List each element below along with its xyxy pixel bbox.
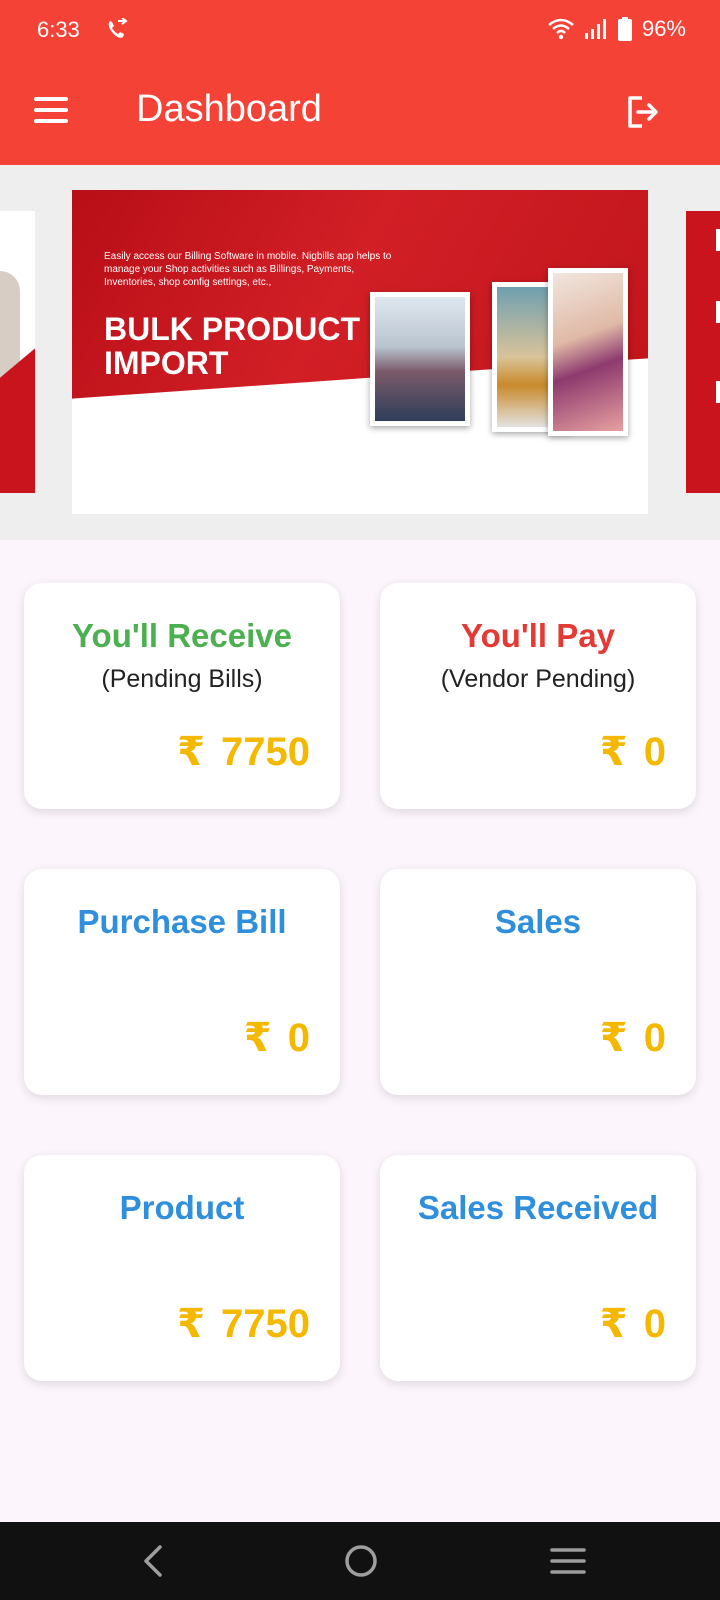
home-icon[interactable] (341, 1541, 381, 1581)
card-amount: ₹7750 (177, 1301, 310, 1347)
menu-icon[interactable] (34, 97, 70, 127)
status-time: 6:33 (37, 17, 80, 42)
banner-carousel[interactable]: Easily access our Billing Software in mo… (0, 165, 720, 540)
card-amount: ₹0 (600, 1015, 666, 1061)
card-title: Product (119, 1189, 245, 1226)
rupee-icon: ₹ (177, 730, 206, 774)
card-subtitle: (Pending Bills) (101, 665, 263, 693)
rupee-icon: ₹ (599, 1016, 628, 1060)
amount-value: 0 (643, 1016, 666, 1060)
banner-description: Easily access our Billing Software in mo… (104, 251, 392, 288)
signal-icon (584, 19, 606, 39)
store-photo (370, 292, 470, 426)
amount-value: 0 (643, 730, 666, 774)
card-title: Sales Received (417, 1189, 659, 1226)
wifi-icon (548, 18, 574, 40)
recents-icon[interactable] (548, 1541, 588, 1581)
sales-received-card[interactable]: Sales Received ₹0 (380, 1155, 696, 1381)
card-title: You'll Receive (72, 617, 292, 654)
card-amount: ₹0 (600, 1301, 666, 1347)
logout-icon[interactable] (624, 92, 664, 132)
system-nav-bar (0, 1522, 720, 1600)
back-icon[interactable] (134, 1541, 174, 1581)
shopper-photo (548, 268, 628, 436)
amount-value: 0 (643, 1302, 666, 1346)
card-title: Sales (494, 903, 582, 940)
card-subtitle: (Vendor Pending) (440, 665, 636, 693)
card-amount: ₹7750 (177, 729, 310, 775)
status-bar: 6:33 96% (0, 0, 720, 62)
pay-card[interactable]: You'll Pay (Vendor Pending) ₹0 (380, 583, 696, 809)
purchase-bill-card[interactable]: Purchase Bill ₹0 (24, 869, 340, 1095)
rupee-icon: ₹ (243, 1016, 272, 1060)
rupee-icon: ₹ (599, 730, 628, 774)
card-title: Purchase Bill (77, 903, 287, 940)
amount-value: 7750 (221, 730, 310, 774)
banner-heading-line1: BULK PRODUCT (104, 311, 360, 347)
call-forward-icon (108, 18, 128, 38)
card-title: You'll Pay (461, 617, 615, 654)
previous-slide[interactable] (0, 211, 35, 493)
page-title: Dashboard (136, 88, 322, 130)
card-amount: ₹0 (600, 729, 666, 775)
rupee-icon: ₹ (599, 1302, 628, 1346)
banner-heading-line2: IMPORT (104, 345, 229, 381)
card-amount: ₹0 (244, 1015, 310, 1061)
banner-slide[interactable]: Easily access our Billing Software in mo… (72, 190, 648, 514)
battery-percentage: 96% (641, 16, 686, 41)
amount-value: 7750 (221, 1302, 310, 1346)
banner-heading: BULK PRODUCT IMPORT (104, 312, 360, 380)
app-bar: Dashboard (0, 62, 720, 165)
sales-card[interactable]: Sales ₹0 (380, 869, 696, 1095)
receive-card[interactable]: You'll Receive (Pending Bills) ₹7750 (24, 583, 340, 809)
rupee-icon: ₹ (177, 1302, 206, 1346)
amount-value: 0 (287, 1016, 310, 1060)
battery-icon (617, 17, 632, 41)
product-card[interactable]: Product ₹7750 (24, 1155, 340, 1381)
next-slide[interactable] (686, 211, 720, 493)
